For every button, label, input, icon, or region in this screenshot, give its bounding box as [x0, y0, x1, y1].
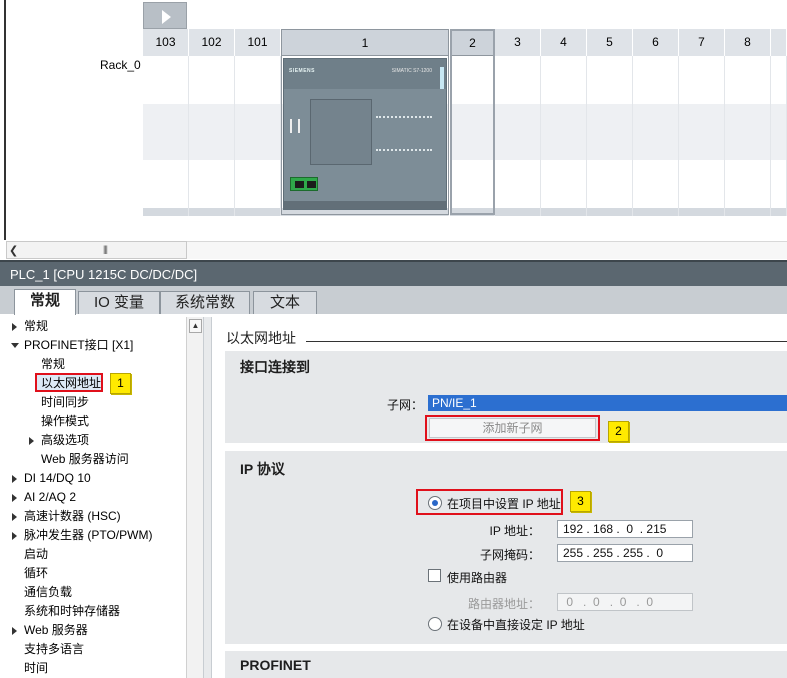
callout-3: 3: [570, 491, 591, 512]
plc-top-bar: [284, 59, 446, 89]
tab-general[interactable]: 常规: [14, 289, 76, 315]
inspector-title: PLC_1 [CPU 1215C DC/DC/DC]: [0, 260, 787, 286]
plc-status-leds: [290, 119, 300, 133]
slot-header: 4: [541, 29, 587, 56]
slot-9[interactable]: [771, 56, 787, 216]
subnet-label: 子网：: [386, 398, 423, 412]
slot-101[interactable]: [235, 56, 281, 216]
set-ip-on-device-label[interactable]: 在设备中直接设定 IP 地址: [447, 616, 585, 633]
slot-header: 103: [143, 29, 189, 56]
slot-header-partial: [771, 29, 787, 56]
nav-vscrollbar[interactable]: ▲: [186, 317, 203, 678]
nav-item-interface-general[interactable]: 常规: [41, 355, 65, 374]
panel-splitter[interactable]: [203, 317, 212, 678]
device-view-hscrollbar[interactable]: ❮ |||: [6, 241, 187, 259]
interface-group-title: 接口连接到: [240, 359, 310, 375]
slot-103[interactable]: [143, 56, 189, 216]
nav-item-web-server[interactable]: Web 服务器: [12, 621, 88, 640]
nav-item-ai-aq[interactable]: AI 2/AQ 2: [12, 488, 76, 507]
set-ip-in-project-label[interactable]: 在项目中设置 IP 地址: [447, 495, 561, 512]
slot-8[interactable]: [725, 56, 771, 216]
use-router-label[interactable]: 使用路由器: [447, 569, 507, 586]
tab-io-tags[interactable]: IO 变量: [78, 291, 160, 314]
rack-label: Rack_0: [100, 58, 141, 72]
plc-module[interactable]: SIEMENS SIMATIC S7-1200: [283, 58, 447, 210]
profinet-port-icon[interactable]: [290, 177, 318, 191]
nav-item-di-dq[interactable]: DI 14/DQ 10: [12, 469, 91, 488]
play-arrow-icon: [162, 10, 171, 24]
nav-item-pto-pwm[interactable]: 脉冲发生器 (PTO/PWM): [12, 526, 152, 545]
slot-102[interactable]: [189, 56, 235, 216]
tia-portal-window: Rack_0 103 102 101 1 2 3 4 5 6 7 8 SIEME…: [0, 0, 787, 678]
scroll-grip-icon[interactable]: |||: [103, 244, 108, 254]
slot-6[interactable]: [633, 56, 679, 216]
slot-3[interactable]: [495, 56, 541, 216]
nav-item-hsc[interactable]: 高速计数器 (HSC): [12, 507, 121, 526]
tab-texts[interactable]: 文本: [253, 291, 317, 314]
nav-item-web-server-access[interactable]: Web 服务器访问: [41, 450, 129, 469]
router-address-label: 路由器地址：: [467, 597, 540, 611]
slot-5[interactable]: [587, 56, 633, 216]
slot-header: 8: [725, 29, 771, 56]
slot-header: 102: [189, 29, 235, 56]
nav-item-comm-load[interactable]: 通信负载: [24, 583, 72, 602]
ip-group-title: IP 协议: [240, 461, 285, 477]
nav-item-startup[interactable]: 启动: [24, 545, 48, 564]
set-ip-on-device-radio[interactable]: [428, 617, 442, 631]
profinet-group-title: PROFINET: [240, 657, 311, 673]
device-view: Rack_0 103 102 101 1 2 3 4 5 6 7 8 SIEME…: [0, 0, 787, 240]
expand-arrow-button[interactable]: [143, 2, 187, 29]
slot-header: 6: [633, 29, 679, 56]
slot-header: 5: [587, 29, 633, 56]
nav-item-profinet-interface[interactable]: PROFINET接口 [X1]: [11, 336, 133, 355]
slot-4[interactable]: [541, 56, 587, 216]
plc-io-leds-bottom: [376, 149, 432, 151]
callout-1: 1: [110, 373, 131, 394]
slot-header: 3: [495, 29, 541, 56]
section-divider: [306, 341, 787, 342]
nav-item-general[interactable]: 常规: [12, 317, 48, 336]
router-address-input[interactable]: 0 . 0 . 0 . 0: [557, 593, 693, 611]
plc-model-label: SIMATIC S7-1200: [391, 68, 432, 74]
nav-item-clock-memory[interactable]: 系统和时钟存储器: [24, 602, 120, 621]
plc-io-leds-top: [376, 116, 432, 118]
inspector-tabs: 常规 IO 变量 系统常数 文本: [0, 286, 787, 315]
view-border: [0, 0, 6, 240]
slot-header: 7: [679, 29, 725, 56]
scroll-left-icon[interactable]: ❮: [9, 244, 18, 257]
section-title: 以太网地址: [226, 330, 296, 346]
plc-bottom-bar: [284, 201, 446, 209]
plc-front-window: [310, 99, 372, 165]
tab-system-constants[interactable]: 系统常数: [160, 291, 250, 314]
nav-item-multilanguage[interactable]: 支持多语言: [24, 640, 84, 659]
ip-address-label: IP 地址：: [489, 524, 540, 538]
nav-item-operating-mode[interactable]: 操作模式: [41, 412, 89, 431]
subnet-mask-input[interactable]: 255 . 255 . 255 . 0: [557, 544, 693, 562]
nav-item-time-sync[interactable]: 时间同步: [41, 393, 89, 412]
scrollbar-track: [187, 241, 787, 259]
add-subnet-button[interactable]: 添加新子网: [429, 418, 596, 438]
nav-item-ethernet-address[interactable]: 以太网地址: [41, 374, 101, 393]
nav-item-time[interactable]: 时间: [24, 659, 48, 678]
use-router-checkbox[interactable]: [428, 569, 441, 582]
slot-2[interactable]: [450, 56, 495, 216]
slot-header: 1: [281, 29, 449, 56]
plc-connector: [440, 67, 444, 89]
callout-2: 2: [608, 421, 629, 442]
nav-item-advanced-options[interactable]: 高级选项: [29, 431, 89, 450]
slot-header: 101: [235, 29, 281, 56]
subnet-mask-label: 子网掩码：: [479, 548, 540, 562]
plc-brand-label: SIEMENS: [289, 68, 316, 74]
ip-address-input[interactable]: 192 . 168 . 0 . 215: [557, 520, 693, 538]
subnet-select[interactable]: PN/IE_1: [428, 395, 787, 411]
slot-7[interactable]: [679, 56, 725, 216]
slot-header: 2: [450, 29, 495, 56]
profinet-group: PROFINET: [225, 651, 787, 678]
nav-item-cycle[interactable]: 循环: [24, 564, 48, 583]
set-ip-in-project-radio[interactable]: [428, 496, 442, 510]
scroll-up-icon[interactable]: ▲: [189, 319, 202, 333]
